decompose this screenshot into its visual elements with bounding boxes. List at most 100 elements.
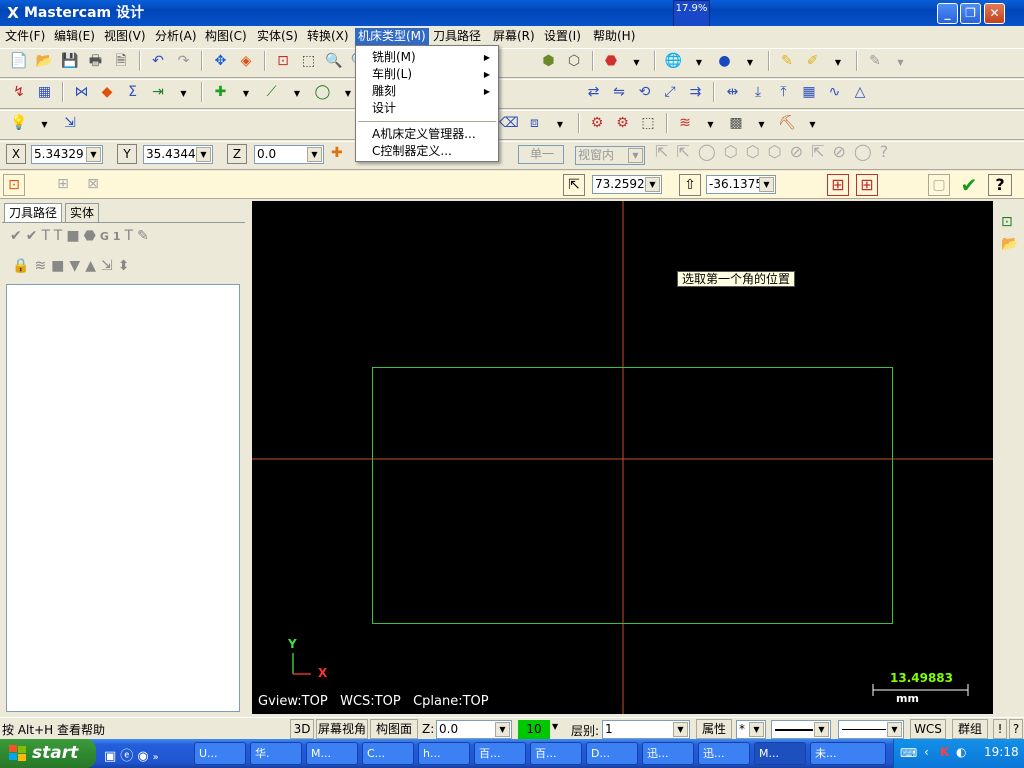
open-file-icon[interactable]: 📂: [35, 51, 55, 71]
expand-collapse-icon[interactable]: ⬍: [118, 258, 135, 274]
group-button[interactable]: 群组: [952, 719, 988, 739]
tab-solids[interactable]: 实体: [65, 203, 100, 222]
chevron-down-icon[interactable]: ▼: [673, 722, 688, 737]
menu-settings[interactable]: 设置(I): [541, 28, 584, 45]
height-input[interactable]: -36.1375 ▼: [706, 175, 776, 194]
circle-icon[interactable]: ◯: [313, 82, 333, 102]
menu-item-design[interactable]: 设计: [356, 100, 498, 117]
z-coord-button[interactable]: Z: [227, 144, 247, 164]
chevron-down-icon[interactable]: ▼: [740, 53, 760, 73]
level-manager-icon[interactable]: ▦: [35, 82, 55, 102]
restore-button[interactable]: ❐: [960, 3, 981, 24]
toolpath-verify-icon[interactable]: ⇲: [60, 113, 80, 133]
menu-machine-type[interactable]: 机床类型(M): [355, 28, 429, 45]
zoom-window-icon[interactable]: ⬚: [299, 51, 319, 71]
wcs-button[interactable]: WCS: [910, 719, 946, 739]
apply-icon[interactable]: ▢: [928, 174, 950, 196]
taskbar-item[interactable]: U...: [194, 742, 246, 765]
xform-rotate-icon[interactable]: ⟲: [635, 82, 655, 102]
pencil-icon[interactable]: ✎: [777, 51, 797, 71]
menu-create[interactable]: 构图(C): [202, 28, 250, 45]
line-style-select[interactable]: ▼: [771, 720, 831, 739]
menu-screen[interactable]: 屏幕(R): [490, 28, 538, 45]
chevron-down-icon[interactable]: ▼: [196, 147, 211, 162]
z-depth-input[interactable]: 0.0 ▼: [436, 720, 512, 739]
menu-item-machine-def-manager[interactable]: A机床定义管理器...: [356, 126, 498, 143]
xform-translate-icon[interactable]: ⇄: [584, 82, 604, 102]
volume-icon[interactable]: ◐: [956, 745, 966, 759]
regenerate-icon[interactable]: T: [41, 228, 53, 244]
chevron-down-icon[interactable]: ▼: [814, 722, 829, 737]
taskbar-item[interactable]: 未...: [810, 742, 886, 765]
redo-icon[interactable]: ↷: [174, 51, 194, 71]
fit-icon[interactable]: ⊡: [273, 51, 293, 71]
width-input[interactable]: 73.25929 ▼: [592, 175, 662, 194]
solid-view-icon[interactable]: ⧈: [525, 113, 545, 133]
menu-item-lathe[interactable]: 车削(L) ▶: [356, 66, 498, 83]
taskbar-item[interactable]: D...: [586, 742, 638, 765]
join-icon[interactable]: ⤓: [748, 82, 768, 102]
minimize-button[interactable]: _: [937, 3, 958, 24]
drafting-icon[interactable]: △: [850, 82, 870, 102]
repaint-icon[interactable]: ◈: [236, 51, 256, 71]
height-arrow-icon[interactable]: ⇧: [679, 174, 701, 196]
eraser-icon[interactable]: ⌫: [499, 113, 519, 133]
cplane-button[interactable]: 构图面: [370, 719, 418, 739]
print-icon[interactable]: 🖶: [86, 51, 106, 71]
tray-expand-icon[interactable]: ‹: [924, 745, 929, 759]
taskbar-item[interactable]: 迅...: [698, 742, 750, 765]
backplot-icon[interactable]: ■: [66, 228, 83, 244]
status-help-button[interactable]: ?: [1009, 719, 1023, 739]
chevron-down-icon[interactable]: ▼: [550, 115, 570, 135]
export-icon[interactable]: ⇥: [148, 82, 168, 102]
select-failed-icon[interactable]: ✔: [26, 228, 42, 244]
array-icon[interactable]: ▦: [799, 82, 819, 102]
new-file-icon[interactable]: 📄: [9, 51, 29, 71]
point-style-select[interactable]: * ▼: [736, 720, 766, 739]
chevron-down-icon[interactable]: ▼: [627, 53, 647, 73]
chevron-down-icon[interactable]: ▼: [689, 53, 709, 73]
chevron-down-icon[interactable]: ▼: [174, 84, 194, 104]
box-icon[interactable]: ⬢: [539, 51, 559, 71]
undo-icon[interactable]: ↶: [148, 51, 168, 71]
level-icon[interactable]: ⊡: [1001, 214, 1013, 230]
chevron-down-icon[interactable]: ▼: [759, 177, 774, 192]
gears-multi-icon[interactable]: ⚙: [613, 113, 633, 133]
operations-tree[interactable]: [6, 284, 240, 712]
gears-icon[interactable]: ⚙: [587, 113, 607, 133]
attributes-button[interactable]: 属性: [696, 719, 732, 739]
chevron-down-icon[interactable]: ▼: [35, 115, 55, 135]
wave-icon[interactable]: ≋: [34, 258, 51, 274]
menu-item-mill[interactable]: 铣削(M) ▶: [356, 49, 498, 66]
taskbar-item[interactable]: 华.: [250, 742, 302, 765]
globe-icon[interactable]: 🌐: [664, 51, 684, 71]
chevron-more-icon[interactable]: »: [153, 752, 163, 763]
insert-arrow-icon[interactable]: ⇲: [101, 258, 118, 274]
move-down-icon[interactable]: ▼: [69, 258, 85, 274]
save-icon[interactable]: 💾: [60, 51, 80, 71]
ie-icon[interactable]: ⓔ: [120, 749, 137, 764]
post-icon[interactable]: G1: [100, 230, 125, 243]
status-extra-button[interactable]: !: [993, 719, 1007, 739]
chevron-down-icon[interactable]: ▼: [307, 147, 322, 162]
chevron-down-icon[interactable]: ▼: [887, 722, 902, 737]
spline-icon[interactable]: ∿: [825, 82, 845, 102]
lock-icon[interactable]: 🔒: [12, 258, 34, 274]
clock[interactable]: 19:18: [984, 745, 1019, 759]
media-player-icon[interactable]: ◉: [137, 749, 152, 764]
open-folder-icon[interactable]: 📂: [1001, 236, 1018, 252]
y-coord-button[interactable]: Y: [117, 144, 137, 164]
edit-params-icon[interactable]: ✎: [137, 228, 153, 244]
menu-item-router[interactable]: 雕刻 ▶: [356, 83, 498, 100]
level-input[interactable]: 1 ▼: [602, 720, 690, 739]
taskbar-item-active[interactable]: M...: [754, 742, 806, 765]
texture-icon[interactable]: ▩: [726, 113, 746, 133]
layer-stack-icon[interactable]: ≋: [675, 113, 695, 133]
lightbulb-icon[interactable]: 💡: [9, 113, 29, 133]
print-preview-icon[interactable]: 🗎: [111, 51, 131, 71]
rectangle-options-icon[interactable]: ⊡: [3, 174, 25, 196]
chevron-down-icon[interactable]: ▼: [752, 115, 772, 135]
zoom-out-icon[interactable]: 🔍: [324, 51, 344, 71]
chevron-down-icon[interactable]: ▼: [749, 722, 764, 737]
taskbar-item[interactable]: C...: [362, 742, 414, 765]
